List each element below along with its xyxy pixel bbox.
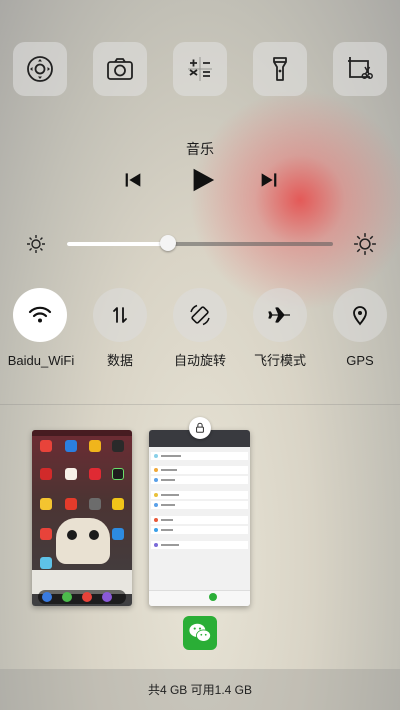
airplane-icon <box>268 307 290 323</box>
wechat-list-row-thumb <box>151 466 248 474</box>
wechat-tabbar-thumb <box>149 590 250 606</box>
brightness-slider-fill <box>67 242 169 246</box>
wechat-list-row-thumb <box>151 476 248 484</box>
wifi-toggle[interactable] <box>13 288 67 342</box>
status-bar-thumb <box>32 430 132 436</box>
flashlight-tile[interactable] <box>253 42 307 96</box>
dock-icon-thumb <box>102 592 112 602</box>
wechat-list-row-thumb <box>151 452 248 460</box>
flashlight-icon <box>273 57 287 81</box>
app-icon-thumb <box>112 498 124 510</box>
pug-eye-thumb <box>89 530 99 540</box>
calculator-icon <box>188 57 212 81</box>
app-icon-thumb <box>40 557 52 569</box>
auto-rotate-toggle-label: 自动旋转 <box>173 353 226 368</box>
memory-status-bar[interactable]: 共4 GB 可用1.4 GB <box>0 669 400 710</box>
app-icon-thumb <box>40 468 52 480</box>
previous-track-icon <box>125 173 141 187</box>
app-icon-thumb <box>89 440 101 452</box>
airplane-mode-toggle[interactable] <box>253 288 307 342</box>
wechat-list-row-thumb <box>151 526 248 534</box>
airplane-mode-toggle-label: 飞行模式 <box>253 353 306 368</box>
dock-icon-thumb <box>42 592 52 602</box>
section-divider <box>0 404 400 405</box>
brightness-high-icon <box>354 233 376 255</box>
play-icon <box>193 168 215 192</box>
calculator-tile[interactable] <box>173 42 227 96</box>
screenshot-tile[interactable] <box>333 42 387 96</box>
wifi-icon <box>28 306 52 323</box>
play-button[interactable] <box>186 165 218 195</box>
auto-rotate-icon <box>190 304 210 326</box>
gps-toggle-label: GPS <box>346 353 374 368</box>
app-icon-thumb <box>65 498 77 510</box>
app-icon-thumb <box>40 440 52 452</box>
wifi-toggle-label: Baidu_WiFi <box>7 353 75 368</box>
wechat-list-row-thumb <box>151 501 248 509</box>
joystick-icon <box>27 56 53 82</box>
music-title: 音乐 <box>186 141 214 157</box>
auto-rotate-toggle[interactable] <box>173 288 227 342</box>
next-track-button[interactable] <box>254 165 284 195</box>
next-track-icon <box>261 173 277 187</box>
location-pin-icon <box>353 306 367 326</box>
recent-app-card-home-screen[interactable] <box>32 430 132 606</box>
brightness-low-icon <box>27 235 45 253</box>
app-lock-button[interactable] <box>189 417 211 439</box>
mobile-data-toggle[interactable] <box>93 288 147 342</box>
mobile-data-toggle-label: 数据 <box>106 353 133 368</box>
wechat-active-tab-thumb <box>209 593 217 601</box>
camera-icon <box>107 58 133 80</box>
app-icon-thumb <box>65 468 77 480</box>
memory-status-text: 共4 GB 可用1.4 GB <box>147 683 253 697</box>
recent-app-card-wechat[interactable] <box>149 430 250 606</box>
screenshot-scissors-icon <box>348 57 373 79</box>
wechat-app-icon[interactable] <box>183 616 217 650</box>
app-icon-thumb <box>112 440 124 452</box>
app-icon-thumb <box>40 498 52 510</box>
assistive-touch-tile[interactable] <box>13 42 67 96</box>
camera-tile[interactable] <box>93 42 147 96</box>
brightness-slider[interactable] <box>67 235 333 251</box>
dock-icon-thumb <box>62 592 72 602</box>
app-icon-thumb <box>89 498 101 510</box>
wechat-list-row-thumb <box>151 516 248 524</box>
wechat-icon <box>189 623 212 642</box>
wechat-list-row-thumb <box>151 491 248 499</box>
mobile-data-icon <box>113 307 127 323</box>
previous-track-button[interactable] <box>118 165 148 195</box>
pug-eye-thumb <box>67 530 77 540</box>
app-icon-thumb <box>65 440 77 452</box>
app-icon-thumb <box>40 528 52 540</box>
lock-icon <box>196 422 204 433</box>
gps-toggle[interactable] <box>333 288 387 342</box>
dock-icon-thumb <box>82 592 92 602</box>
pug-wallpaper-thumb <box>56 518 110 564</box>
app-icon-thumb <box>89 468 101 480</box>
wechat-list-row-thumb <box>151 541 248 549</box>
brightness-slider-thumb[interactable] <box>160 235 177 251</box>
app-icon-thumb <box>112 468 124 480</box>
app-icon-thumb <box>112 528 124 540</box>
